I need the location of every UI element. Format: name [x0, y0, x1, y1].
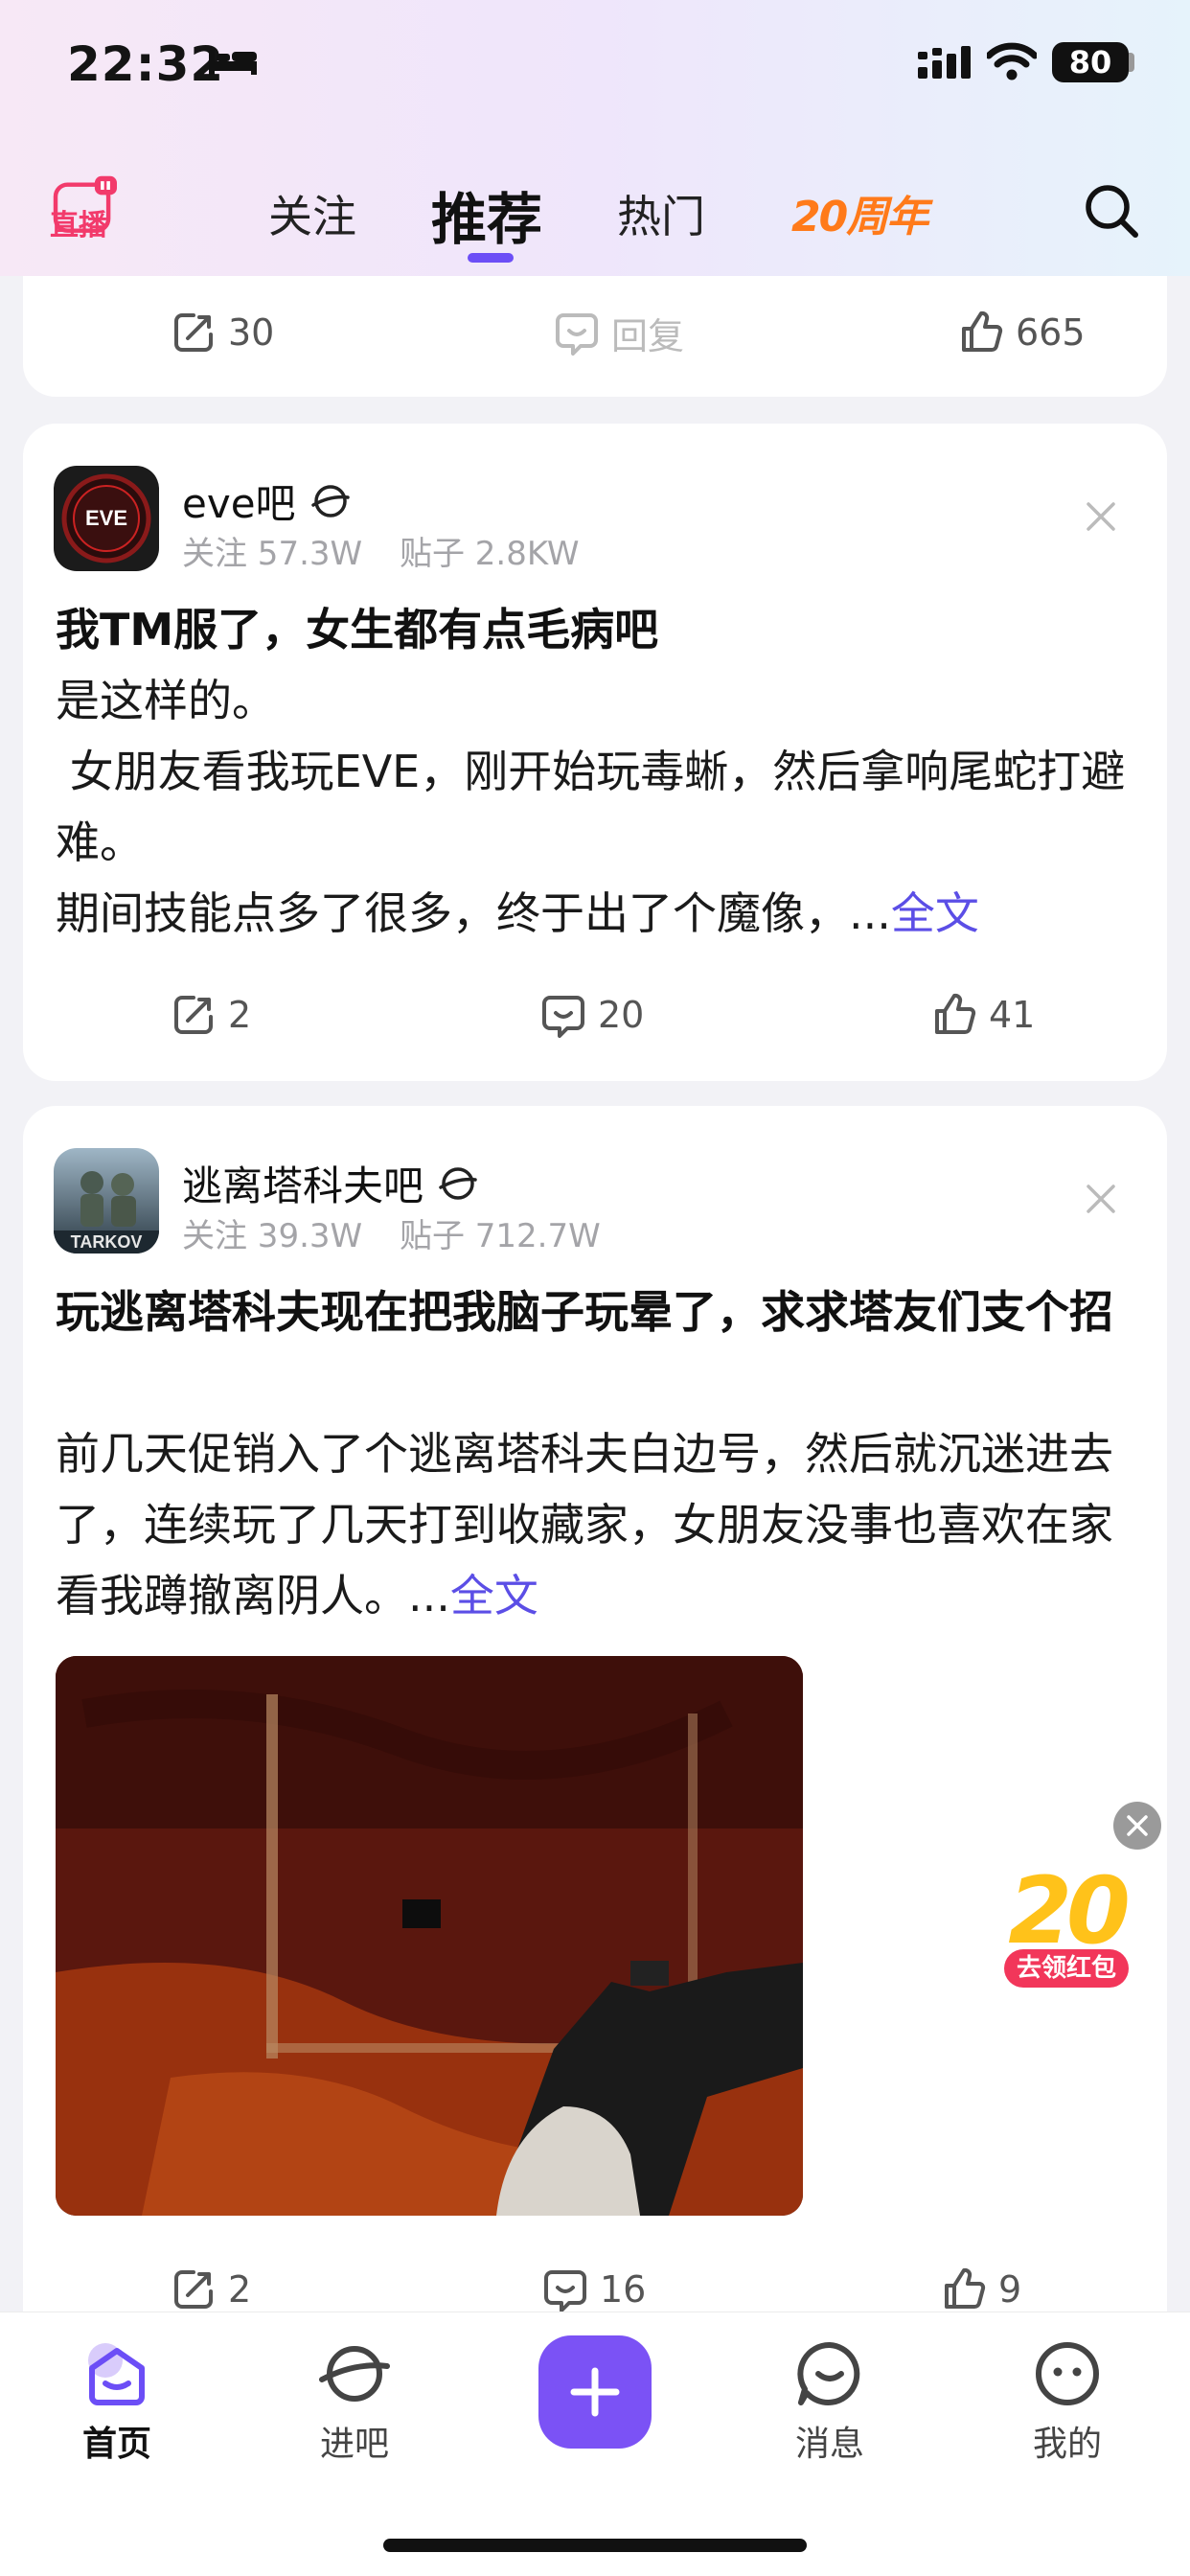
active-tab-indicator — [468, 253, 514, 263]
like-count: 665 — [1016, 311, 1086, 354]
post-title[interactable]: 玩逃离塔科夫现在把我脑子玩晕了，求求塔友们支个招 — [56, 1276, 1138, 1347]
home-icon — [88, 2343, 145, 2405]
forum-post-count: 贴子 712.7W — [399, 1217, 601, 1255]
tab-recommended[interactable]: 推荐 — [431, 174, 542, 255]
forum-name-text: eve吧 — [182, 480, 296, 527]
status-time: 22:32 — [67, 36, 225, 92]
tab-messages[interactable]: 消息 — [753, 2335, 906, 2466]
forum-follow-count: 关注 39.3W — [182, 1217, 363, 1255]
close-icon[interactable] — [1085, 1183, 1117, 1215]
thumbs-up-icon — [935, 993, 976, 1034]
forum-name[interactable]: eve吧 — [182, 472, 350, 530]
share-button[interactable]: 2 — [171, 981, 251, 1048]
comment-count: 16 — [600, 2268, 647, 2311]
search-icon[interactable] — [1083, 182, 1140, 240]
like-button[interactable]: 665 — [958, 299, 1086, 366]
share-icon — [174, 2270, 213, 2309]
create-post-button[interactable] — [538, 2335, 652, 2449]
tab-20th-anniversary[interactable]: 20周年 — [791, 182, 928, 243]
message-icon — [797, 2341, 860, 2405]
post-action-bar: 30 回复 665 — [23, 299, 1167, 366]
forum-name[interactable]: 逃离塔科夫吧 — [182, 1154, 477, 1212]
post-video-thumbnail[interactable] — [56, 1656, 803, 2216]
thumbs-up-icon — [962, 310, 1003, 352]
like-count: 41 — [989, 994, 1036, 1036]
promo-label: 去领红包 — [1004, 1949, 1129, 1988]
post-body-line: 前几天促销入了个逃离塔科夫白边号，然后就沉迷进去了，连续玩了几天打到收藏家，女朋… — [56, 1418, 1138, 1631]
tab-forums[interactable]: 进吧 — [278, 2335, 431, 2466]
top-nav: 直播 关注 推荐 热门 20周年 — [0, 153, 1190, 276]
red-packet-promo[interactable]: 20 去领红包 — [996, 1857, 1136, 1991]
planet-icon — [439, 1166, 477, 1200]
top-header: 22:32 80 直播 关注 推荐 热门 20周年 — [0, 0, 1190, 276]
reply-button[interactable]: 回复 — [554, 299, 684, 366]
forum-stats: 关注 57.3W 贴子 2.8KW — [182, 527, 606, 574]
comment-icon — [544, 2270, 586, 2312]
share-count: 2 — [228, 2268, 252, 2311]
profile-icon — [1036, 2342, 1099, 2405]
share-button[interactable]: 30 — [171, 299, 274, 366]
forum-avatar[interactable]: EVE — [54, 466, 159, 571]
close-icon[interactable] — [1085, 500, 1117, 533]
svg-text:TARKOV: TARKOV — [71, 1232, 143, 1252]
forum-follow-count: 关注 57.3W — [182, 535, 363, 573]
like-button[interactable]: 41 — [931, 981, 1035, 1048]
like-count: 9 — [998, 2268, 1022, 2311]
comment-icon — [556, 313, 598, 356]
comment-icon — [542, 996, 584, 1038]
svg-text:EVE: EVE — [85, 506, 127, 530]
forum-name-text: 逃离塔科夫吧 — [182, 1162, 424, 1209]
tab-profile[interactable]: 我的 — [991, 2335, 1144, 2466]
close-icon — [1127, 1815, 1148, 1836]
share-count: 30 — [228, 311, 275, 354]
reply-label: 回复 — [611, 314, 685, 357]
planet-icon — [319, 2346, 390, 2402]
read-more-link[interactable]: 全文 — [891, 887, 979, 939]
post-body-line: 女朋友看我玩EVE，刚开始玩毒蜥，然后拿响尾蛇打避难。 — [56, 746, 1126, 868]
forum-stats: 关注 39.3W 贴子 712.7W — [182, 1209, 628, 1256]
plus-icon — [570, 2367, 620, 2417]
cellular-signal-icon — [918, 46, 971, 79]
post-body-text: 期间技能点多了很多，终于出了个魔像，... — [56, 887, 891, 939]
battery-level: 80 — [1052, 42, 1129, 82]
thumbs-up-icon — [945, 2267, 986, 2309]
tab-hot[interactable]: 热门 — [617, 182, 705, 245]
live-label[interactable]: 直播 — [50, 201, 107, 243]
battery-tip — [1129, 53, 1134, 72]
tab-profile-label: 我的 — [1032, 2425, 1102, 2464]
share-count: 2 — [228, 994, 252, 1036]
comment-button[interactable]: 20 — [540, 981, 644, 1048]
post-action-bar: 2 20 41 — [23, 981, 1167, 1048]
share-icon — [174, 996, 213, 1034]
tab-home-label: 首页 — [81, 2425, 151, 2464]
home-indicator — [383, 2539, 807, 2552]
forum-post-count: 贴子 2.8KW — [399, 535, 580, 573]
post-title[interactable]: 我TM服了，女生都有点毛病吧 — [56, 594, 1138, 665]
share-icon — [174, 313, 213, 352]
tab-home[interactable]: 首页 — [40, 2335, 194, 2466]
post-card-tarkov[interactable]: TARKOV 逃离塔科夫吧 关注 39.3W 贴子 712.7W 玩逃离塔科夫现… — [23, 1106, 1167, 2352]
post-body-line: 是这样的。 — [56, 675, 276, 726]
tab-forums-label: 进吧 — [319, 2425, 389, 2464]
status-bar: 22:32 80 — [0, 0, 1190, 125]
post-body-text: 前几天促销入了个逃离塔科夫白边号，然后就沉迷进去了，连续玩了几天打到收藏家，女朋… — [56, 1428, 1113, 1622]
post-body[interactable]: 前几天促销入了个逃离塔科夫白边号，然后就沉迷进去了，连续玩了几天打到收藏家，女朋… — [56, 1418, 1138, 1631]
tab-following[interactable]: 关注 — [268, 182, 356, 245]
read-more-link[interactable]: 全文 — [450, 1570, 538, 1622]
post-body-line: 期间技能点多了很多，终于出了个魔像，...全文 — [56, 878, 1138, 949]
tab-messages-label: 消息 — [794, 2425, 864, 2464]
bottom-tab-bar: 首页 进吧 消息 我的 — [0, 2312, 1190, 2576]
planet-icon — [310, 484, 350, 518]
promo-close-button[interactable] — [1113, 1802, 1161, 1850]
sleep-mode-icon — [209, 50, 257, 75]
wifi-icon — [987, 42, 1037, 80]
forum-avatar[interactable]: TARKOV — [54, 1148, 159, 1254]
post-body[interactable]: 是这样的。 女朋友看我玩EVE，刚开始玩毒蜥，然后拿响尾蛇打避难。 期间技能点多… — [56, 665, 1138, 949]
comment-count: 20 — [598, 994, 645, 1036]
post-card-eve[interactable]: EVE eve吧 关注 57.3W 贴子 2.8KW 我TM服了，女生都有点毛病… — [23, 424, 1167, 1081]
